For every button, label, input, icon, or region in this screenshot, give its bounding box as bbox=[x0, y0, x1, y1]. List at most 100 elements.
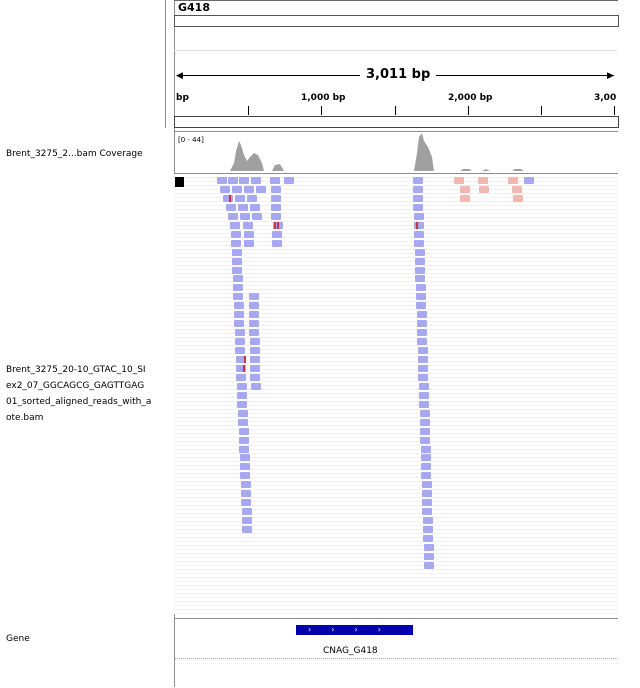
aligned-read[interactable] bbox=[271, 185, 281, 193]
aligned-read[interactable] bbox=[422, 499, 432, 507]
aligned-read[interactable] bbox=[272, 239, 282, 247]
aligned-read[interactable] bbox=[239, 436, 249, 444]
aligned-read[interactable] bbox=[413, 177, 423, 184]
aligned-read[interactable] bbox=[232, 185, 242, 193]
aligned-read[interactable] bbox=[249, 293, 259, 301]
aligned-read[interactable] bbox=[231, 230, 241, 238]
aligned-read[interactable] bbox=[413, 185, 423, 193]
aligned-read[interactable] bbox=[240, 463, 250, 471]
aligned-read[interactable] bbox=[415, 257, 425, 265]
aligned-read[interactable] bbox=[419, 382, 429, 390]
aligned-read[interactable] bbox=[228, 177, 238, 184]
aligned-read[interactable] bbox=[420, 409, 430, 417]
aligned-read[interactable] bbox=[242, 517, 252, 525]
aligned-read[interactable] bbox=[239, 445, 249, 453]
aligned-read[interactable] bbox=[416, 302, 426, 310]
aligned-read[interactable] bbox=[226, 203, 236, 211]
aligned-read[interactable] bbox=[239, 177, 249, 184]
aligned-read[interactable] bbox=[233, 284, 243, 292]
aligned-read[interactable] bbox=[244, 230, 254, 238]
aligned-read[interactable] bbox=[271, 212, 281, 220]
aligned-read[interactable] bbox=[228, 212, 238, 220]
aligned-read[interactable] bbox=[413, 194, 423, 202]
aligned-read[interactable] bbox=[421, 445, 431, 453]
aligned-read[interactable] bbox=[454, 177, 464, 184]
aligned-read[interactable] bbox=[230, 221, 240, 229]
aligned-read[interactable] bbox=[271, 203, 281, 211]
aligned-read[interactable] bbox=[270, 177, 280, 184]
aligned-read[interactable] bbox=[231, 239, 241, 247]
aligned-read[interactable] bbox=[252, 212, 262, 220]
aligned-read[interactable] bbox=[416, 293, 426, 301]
aligned-read[interactable] bbox=[232, 257, 242, 265]
aligned-read[interactable] bbox=[271, 194, 281, 202]
aligned-read[interactable] bbox=[220, 185, 230, 193]
aligned-read[interactable] bbox=[422, 481, 432, 489]
aligned-read[interactable] bbox=[232, 248, 242, 256]
aligned-read[interactable] bbox=[414, 212, 424, 220]
aligned-read[interactable] bbox=[234, 302, 244, 310]
aligned-read[interactable] bbox=[250, 373, 260, 381]
aligned-read[interactable] bbox=[256, 185, 266, 193]
aligned-read[interactable] bbox=[460, 194, 470, 202]
aligned-read[interactable] bbox=[422, 490, 432, 498]
aligned-read[interactable] bbox=[238, 418, 248, 426]
gene-track-name[interactable]: Gene bbox=[6, 631, 30, 647]
aligned-read[interactable] bbox=[414, 239, 424, 247]
aligned-read[interactable] bbox=[421, 472, 431, 480]
aligned-read[interactable] bbox=[250, 203, 260, 211]
aligned-read[interactable] bbox=[417, 320, 427, 328]
aligned-read[interactable] bbox=[423, 535, 433, 542]
aligned-read[interactable] bbox=[512, 185, 522, 193]
aligned-read[interactable] bbox=[242, 508, 252, 516]
aligned-read[interactable] bbox=[233, 293, 243, 301]
aligned-read[interactable] bbox=[421, 454, 431, 462]
aligned-read[interactable] bbox=[241, 481, 251, 489]
aligned-read[interactable] bbox=[238, 409, 248, 417]
aligned-read[interactable] bbox=[416, 284, 426, 292]
aligned-read[interactable] bbox=[415, 266, 425, 274]
aligned-read[interactable] bbox=[243, 221, 253, 229]
aligned-read[interactable] bbox=[272, 230, 282, 238]
aligned-read[interactable] bbox=[418, 347, 428, 355]
aligned-read[interactable] bbox=[241, 499, 251, 507]
aligned-read[interactable] bbox=[478, 177, 488, 184]
aligned-read[interactable] bbox=[240, 454, 250, 462]
aligned-read[interactable] bbox=[524, 177, 534, 184]
aligned-read[interactable] bbox=[417, 311, 427, 319]
aligned-read[interactable] bbox=[237, 400, 247, 408]
aligned-read[interactable] bbox=[421, 463, 431, 471]
aligned-read[interactable] bbox=[237, 391, 247, 399]
aligned-read[interactable] bbox=[240, 472, 250, 480]
aligned-read[interactable] bbox=[249, 302, 259, 310]
aligned-read[interactable] bbox=[250, 347, 260, 355]
aligned-read[interactable] bbox=[424, 543, 434, 551]
aligned-read[interactable] bbox=[417, 329, 427, 337]
aligned-read[interactable] bbox=[217, 177, 227, 184]
aligned-read[interactable] bbox=[424, 561, 434, 569]
aligned-read[interactable] bbox=[417, 338, 427, 346]
aligned-read[interactable] bbox=[247, 194, 257, 202]
aligned-read[interactable] bbox=[235, 329, 245, 337]
aligned-read[interactable] bbox=[234, 320, 244, 328]
aligned-read[interactable] bbox=[250, 356, 260, 363]
aligned-read[interactable] bbox=[418, 373, 428, 381]
aligned-read[interactable] bbox=[234, 311, 244, 319]
aligned-read[interactable] bbox=[422, 508, 432, 516]
gene-feature[interactable]: ›››› bbox=[296, 625, 413, 635]
aligned-read[interactable] bbox=[419, 391, 429, 399]
aligned-read[interactable] bbox=[284, 177, 294, 184]
aligned-read[interactable] bbox=[251, 177, 261, 184]
aligned-read[interactable] bbox=[240, 212, 250, 220]
aligned-read[interactable] bbox=[235, 194, 245, 202]
aligned-read[interactable] bbox=[420, 427, 430, 435]
aligned-read[interactable] bbox=[460, 185, 470, 193]
aligned-read[interactable] bbox=[241, 490, 251, 498]
aligned-read[interactable] bbox=[237, 382, 247, 390]
aligned-read[interactable] bbox=[251, 382, 261, 390]
aligned-read[interactable] bbox=[250, 338, 260, 346]
aligned-read[interactable] bbox=[238, 203, 248, 211]
aligned-read[interactable] bbox=[223, 194, 233, 202]
aligned-read[interactable] bbox=[420, 436, 430, 444]
aligned-read[interactable] bbox=[420, 418, 430, 426]
